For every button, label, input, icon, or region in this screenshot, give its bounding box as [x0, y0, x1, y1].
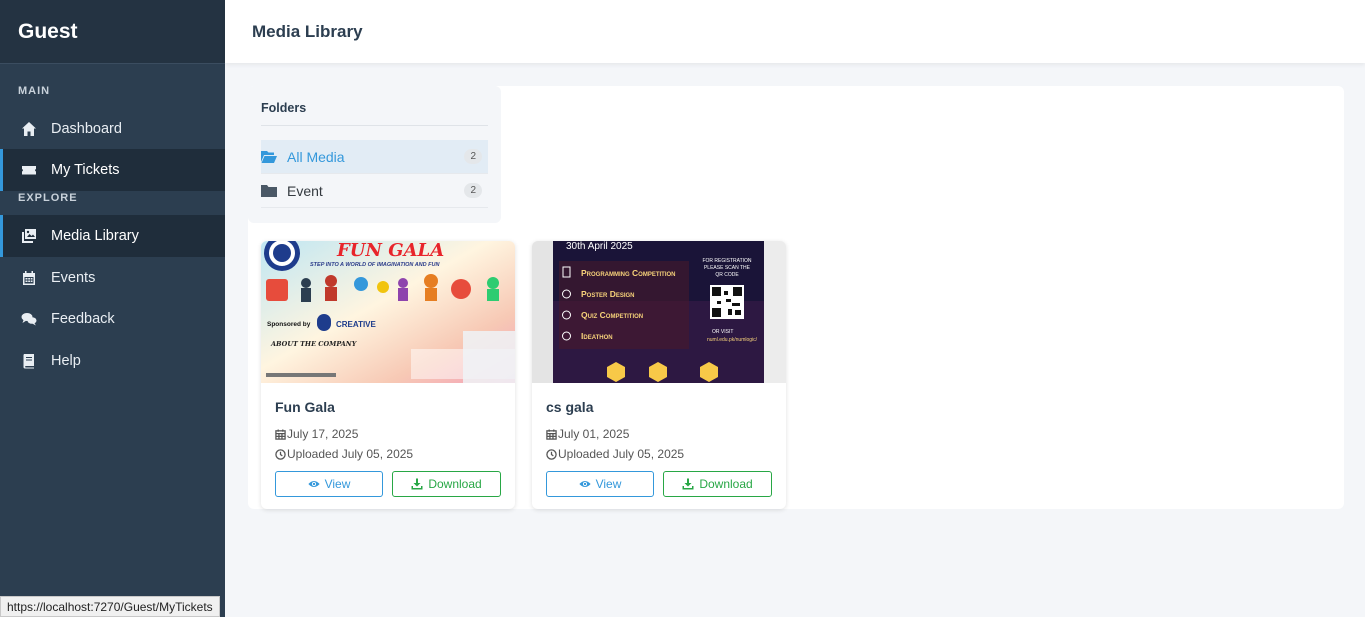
section-label-explore: EXPLORE	[18, 192, 78, 204]
media-date-text: July 17, 2025	[287, 427, 359, 441]
poster-visit: OR VISIT	[712, 329, 734, 335]
folder-all-media[interactable]: All Media 2	[261, 140, 488, 174]
sidebar-item-feedback[interactable]: Feedback	[0, 298, 225, 340]
sidebar-item-label: Media Library	[51, 228, 139, 244]
sidebar-item-label: Feedback	[51, 311, 115, 327]
sidebar-item-dashboard[interactable]: Dashboard	[0, 108, 225, 150]
poster-date: 30th April 2025	[566, 241, 633, 252]
media-uploaded: Uploaded July 05, 2025	[546, 447, 772, 461]
media-date-text: July 01, 2025	[558, 427, 630, 441]
photo-library-icon	[20, 227, 38, 245]
folder-count-badge: 2	[464, 149, 482, 164]
poster-item: Quiz Competition	[581, 310, 644, 320]
poster-item: Ideathon	[581, 331, 613, 341]
download-button[interactable]: Download	[392, 471, 501, 497]
sidebar-item-help[interactable]: Help	[0, 340, 225, 382]
media-uploaded: Uploaded July 05, 2025	[275, 447, 501, 461]
eye-icon	[307, 481, 320, 487]
brand-title: Guest	[0, 0, 225, 64]
poster-registration: FOR REGISTRATION PLEASE SCAN THE QR CODE	[702, 258, 752, 278]
poster-tagline: STEP INTO A WORLD OF IMAGINATION AND FUN	[310, 262, 440, 268]
folder-count-badge: 2	[464, 183, 482, 198]
sidebar-item-label: Events	[51, 270, 96, 286]
view-button-label: View	[324, 477, 351, 491]
ticket-icon	[20, 161, 38, 179]
poster-item: Programming Competition	[581, 268, 676, 278]
book-icon	[20, 352, 38, 370]
poster-heading: FUN GALA	[337, 241, 445, 261]
eye-icon	[578, 481, 591, 487]
folder-name: Event	[287, 182, 323, 199]
section-label-main: MAIN	[18, 85, 51, 97]
download-button-label: Download	[699, 477, 753, 491]
view-button[interactable]: View	[546, 471, 654, 497]
media-title: cs gala	[546, 399, 594, 415]
page-title: Media Library	[252, 21, 363, 41]
calendar-icon	[20, 269, 38, 287]
poster-sponsor-name: CREATIVE	[336, 320, 376, 329]
poster-item: Poster Design	[581, 289, 635, 299]
download-icon	[682, 478, 694, 490]
media-date: July 17, 2025	[275, 427, 501, 441]
media-thumbnail-cs-gala[interactable]: 30th April 2025 Programming Competition …	[532, 241, 786, 383]
poster-about: ABOUT THE COMPANY	[271, 340, 357, 348]
comments-icon	[20, 310, 38, 328]
media-uploaded-text: Uploaded July 05, 2025	[558, 447, 685, 461]
sponsor-logo-icon	[317, 314, 331, 331]
sidebar-item-label: My Tickets	[51, 162, 120, 178]
sidebar-item-events[interactable]: Events	[0, 257, 225, 299]
media-date: July 01, 2025	[546, 427, 772, 441]
sidebar-item-my-tickets[interactable]: My Tickets	[0, 149, 225, 191]
sidebar-item-media-library[interactable]: Media Library	[0, 215, 225, 257]
browser-status-url: https://localhost:7270/Guest/MyTickets	[0, 596, 220, 617]
media-card-cs-gala: 30th April 2025 Programming Competition …	[532, 241, 786, 509]
view-button-label: View	[595, 477, 622, 491]
media-card-fun-gala: FUN GALA STEP INTO A WORLD OF IMAGINATIO…	[261, 241, 515, 509]
calendar-icon	[275, 428, 286, 440]
poster-sponsor: Sponsored by	[267, 321, 311, 328]
folder-name: All Media	[287, 148, 345, 165]
media-thumbnail-fun-gala[interactable]: FUN GALA STEP INTO A WORLD OF IMAGINATIO…	[261, 241, 515, 383]
folder-icon	[261, 184, 277, 197]
media-uploaded-text: Uploaded July 05, 2025	[287, 447, 414, 461]
folders-title: Folders	[261, 101, 488, 126]
download-icon	[411, 478, 423, 490]
sidebar-item-label: Help	[51, 353, 81, 369]
download-button-label: Download	[428, 477, 482, 491]
clock-icon	[546, 448, 557, 460]
sidebar: Guest MAIN Dashboard My Tickets EXPLORE …	[0, 0, 225, 617]
view-button[interactable]: View	[275, 471, 383, 497]
home-icon	[20, 120, 38, 138]
calendar-icon	[546, 428, 557, 440]
clock-icon	[275, 448, 286, 460]
folder-open-icon	[261, 150, 277, 163]
top-bar: Media Library	[225, 0, 1365, 63]
download-button[interactable]: Download	[663, 471, 772, 497]
sidebar-item-label: Dashboard	[51, 121, 122, 137]
poster-url: numl.edu.pk/numlogic/	[707, 337, 758, 343]
folders-panel: Folders All Media 2 Event 2	[248, 86, 501, 223]
media-title: Fun Gala	[275, 399, 335, 415]
folder-event[interactable]: Event 2	[261, 174, 488, 208]
